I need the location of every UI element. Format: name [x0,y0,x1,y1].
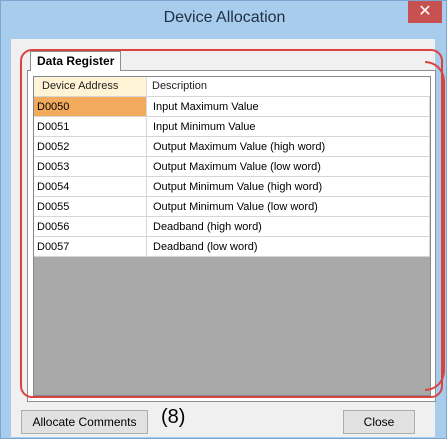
description-cell[interactable]: Output Minimum Value (low word) [147,197,430,217]
device-address-cell[interactable]: D0050 [34,97,147,117]
description-cell[interactable]: Output Maximum Value (low word) [147,157,430,177]
dialog-body: Data Register Device Address Description… [11,39,436,437]
table-row[interactable]: D0057 Deadband (low word) [34,237,430,257]
device-allocation-window: Device Allocation ✕ Data Register Device… [0,0,447,439]
description-cell[interactable]: Deadband (low word) [147,237,430,257]
description-cell[interactable]: Output Minimum Value (high word) [147,177,430,197]
close-icon[interactable]: ✕ [408,1,442,23]
column-header-device-address[interactable]: Device Address [34,77,147,96]
device-address-cell[interactable]: D0052 [34,137,147,157]
table-row[interactable]: D0050 Input Maximum Value [34,97,430,117]
description-cell[interactable]: Deadband (high word) [147,217,430,237]
device-address-cell[interactable]: D0055 [34,197,147,217]
callout-label: (8) [161,406,186,428]
close-button[interactable]: Close [343,410,415,434]
device-address-cell[interactable]: D0057 [34,237,147,257]
table-header: Device Address Description [34,77,430,97]
description-cell[interactable]: Input Minimum Value [147,117,430,137]
device-table: Device Address Description D0050 Input Ma… [33,76,431,396]
device-address-cell[interactable]: D0054 [34,177,147,197]
table-row[interactable]: D0055 Output Minimum Value (low word) [34,197,430,217]
device-address-cell[interactable]: D0051 [34,117,147,137]
table-row[interactable]: D0053 Output Maximum Value (low word) [34,157,430,177]
tab-panel: Device Address Description D0050 Input Ma… [27,70,436,402]
tab-data-register[interactable]: Data Register [30,51,122,71]
column-header-description[interactable]: Description [147,77,430,96]
allocate-comments-button[interactable]: Allocate Comments [21,410,148,434]
title-bar[interactable]: Device Allocation ✕ [1,1,447,39]
window-title: Device Allocation [163,9,286,26]
description-cell[interactable]: Input Maximum Value [147,97,430,117]
device-address-cell[interactable]: D0056 [34,217,147,237]
description-cell[interactable]: Output Maximum Value (high word) [147,137,430,157]
table-row[interactable]: D0056 Deadband (high word) [34,217,430,237]
table-row[interactable]: D0052 Output Maximum Value (high word) [34,137,430,157]
device-address-cell[interactable]: D0053 [34,157,147,177]
table-row[interactable]: D0051 Input Minimum Value [34,117,430,137]
table-row[interactable]: D0054 Output Minimum Value (high word) [34,177,430,197]
